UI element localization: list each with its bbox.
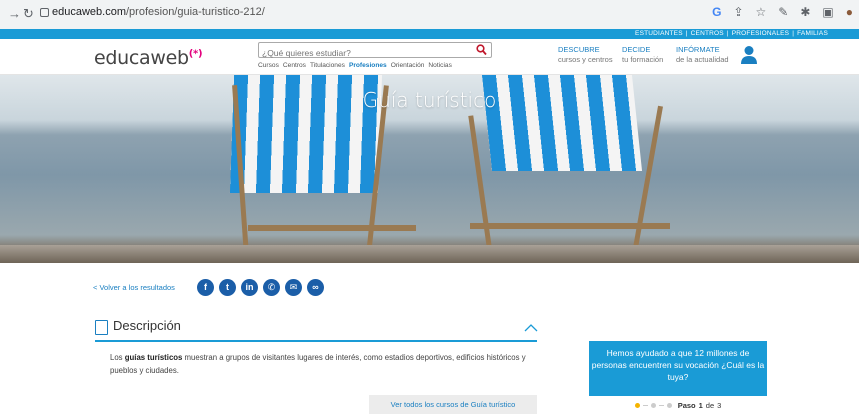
share-icon[interactable]: ⇪ (733, 5, 743, 19)
step-dot-active (634, 402, 640, 408)
reload-icon[interactable]: ↻ (23, 6, 34, 22)
chair-frame (470, 223, 670, 229)
step-dot (650, 402, 656, 408)
back-to-results-link[interactable]: < Volver a los resultados (93, 283, 175, 292)
logo-mark: (*) (188, 48, 203, 60)
url-host: educaweb.com (52, 6, 126, 18)
nav-titulaciones[interactable]: Titulaciones (310, 62, 345, 69)
step-indicator: Paso 1 de 3 (589, 396, 767, 414)
step-current: 1 (698, 400, 703, 410)
facebook-icon[interactable]: f (197, 279, 214, 296)
site-header: educaweb(*) Cursos Centros Titulaciones … (0, 39, 859, 75)
decide-sub: tu formación (622, 55, 664, 64)
descubre-link[interactable]: DESCUBRE cursos y centros (558, 45, 613, 65)
nav-noticias[interactable]: Noticias (428, 62, 451, 69)
hero-banner: Guía turístico (0, 75, 859, 263)
whatsapp-icon[interactable]: ✆ (263, 279, 280, 296)
user-icon[interactable] (741, 45, 757, 65)
linkedin-icon[interactable]: in (241, 279, 258, 296)
beach-shore (0, 245, 859, 263)
browser-toolbar: → ↻ educaweb.com/profesion/guia-turistic… (0, 0, 859, 29)
step-connector (658, 404, 664, 406)
decide-link[interactable]: DECIDE tu formación (622, 45, 663, 65)
descubre-title: DESCUBRE (558, 45, 600, 54)
promo-box: Hemos ayudado a que 12 millones de perso… (589, 341, 767, 396)
step-connector (642, 404, 648, 406)
desc-bold: guías turísticos (124, 353, 183, 362)
email-icon[interactable]: ✉ (285, 279, 302, 296)
main-nav: Cursos Centros Titulaciones Profesiones … (258, 62, 452, 69)
nav-cursos[interactable]: Cursos (258, 62, 279, 69)
desc-pre: Los (110, 353, 125, 362)
star-icon[interactable]: ☆ (756, 5, 767, 19)
extension-icon[interactable]: ✎ (778, 5, 788, 19)
page-title: Guía turístico (362, 88, 497, 112)
nav-profesiones[interactable]: Profesiones (349, 62, 387, 69)
logo[interactable]: educaweb(*) (94, 47, 203, 69)
back-arrow-icon[interactable]: → (8, 6, 21, 21)
audience-links: ESTUDIANTES | CENTROS | PROFESIONALES | FAMILI… (632, 29, 831, 39)
lock-icon[interactable] (40, 8, 49, 17)
step-dot (666, 402, 672, 408)
browser-icons: G ⇪ ☆ ✎ ✱ ▣ ● (712, 5, 853, 19)
chevron-up-icon[interactable] (524, 319, 538, 337)
informate-title: INFÓRMATE (676, 45, 720, 54)
search-input[interactable] (259, 46, 467, 60)
chair-frame (248, 225, 416, 231)
address-bar[interactable]: educaweb.com/profesion/guia-turistico-21… (52, 6, 265, 18)
nav-centros[interactable]: Centros (283, 62, 306, 69)
logo-text: educaweb (94, 47, 189, 69)
informate-link[interactable]: INFÓRMATE de la actualidad (676, 45, 729, 65)
tab-icon[interactable]: ▣ (822, 5, 833, 19)
document-icon (95, 320, 108, 335)
search-box (258, 42, 492, 61)
section-title[interactable]: Descripción (113, 318, 181, 333)
descubre-sub: cursos y centros (558, 55, 613, 64)
step-label: Paso (677, 400, 696, 410)
link-profesionales[interactable]: PROFESIONALES (729, 30, 793, 37)
avatar-icon[interactable]: ● (846, 5, 853, 19)
link-icon[interactable]: ∞ (307, 279, 324, 296)
link-familias[interactable]: FAMILIAS (794, 30, 831, 37)
nav-orientacion[interactable]: Orientación (391, 62, 425, 69)
search-icon[interactable] (476, 43, 487, 61)
view-courses-button[interactable]: Ver todos los cursos de Guía turístico (369, 395, 537, 414)
share-bar: f t in ✆ ✉ ∞ (197, 279, 324, 296)
description-text: Los guías turísticos muestran a grupos d… (110, 351, 535, 377)
step-sep: de (705, 400, 715, 410)
informate-sub: de la actualidad (676, 55, 729, 64)
url-path: /profesion/guia-turistico-212/ (126, 6, 265, 18)
twitter-icon[interactable]: t (219, 279, 236, 296)
puzzle-icon[interactable]: ✱ (800, 5, 810, 19)
google-icon[interactable]: G (712, 5, 721, 19)
decide-title: DECIDE (622, 45, 651, 54)
step-total: 3 (717, 400, 722, 410)
section-divider (95, 340, 537, 342)
link-estudiantes[interactable]: ESTUDIANTES (632, 30, 686, 37)
link-centros[interactable]: CENTROS (688, 30, 727, 37)
